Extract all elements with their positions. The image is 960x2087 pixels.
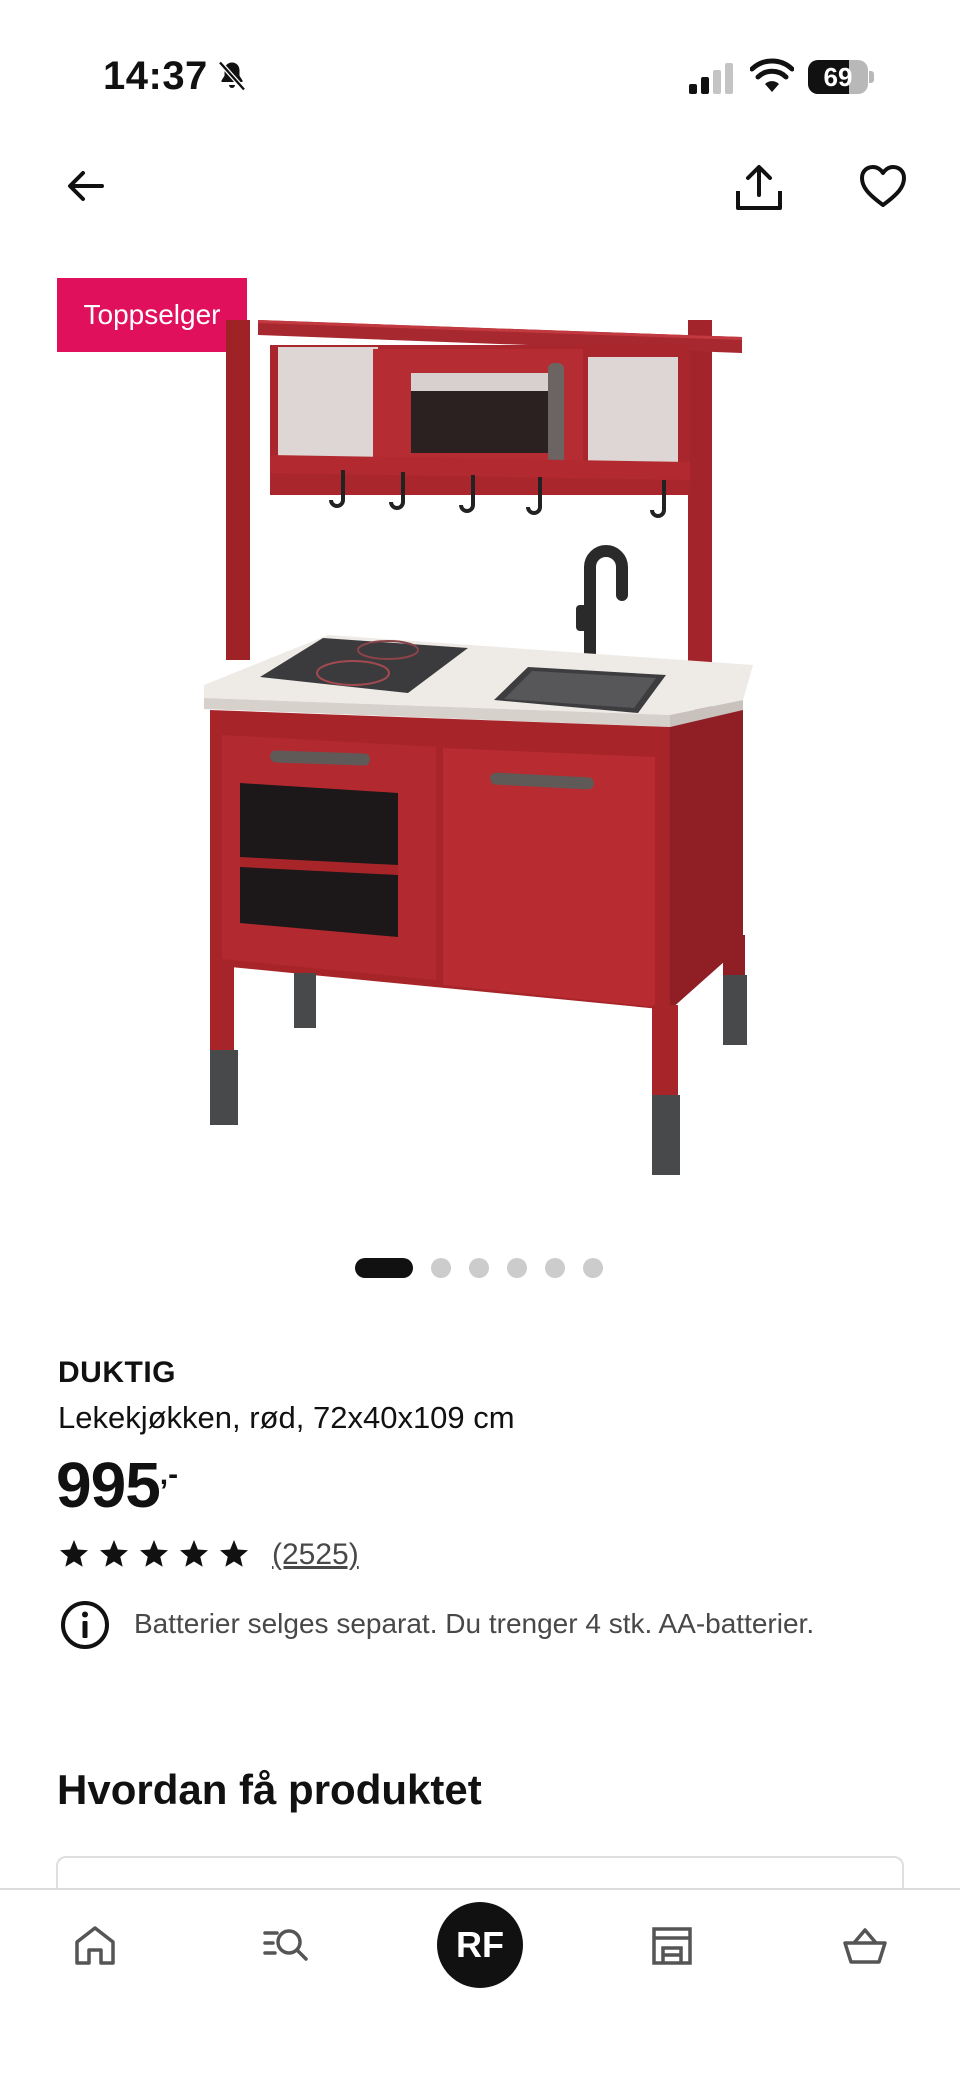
info-icon (61, 1601, 109, 1649)
star-icon (180, 1540, 208, 1567)
info-text: Batterier selges separat. Du trenger 4 s… (134, 1608, 815, 1639)
search-list-icon (263, 1929, 308, 1961)
share-icon[interactable] (733, 162, 785, 214)
bottom-tab-bar: RF (0, 1888, 960, 2087)
product-brand: DUKTIG (58, 1356, 176, 1389)
cellular-signal-icon (689, 63, 733, 94)
price-amount: 995 (56, 1449, 161, 1521)
carousel-dot[interactable] (355, 1258, 413, 1278)
tab-home[interactable] (50, 1890, 140, 2000)
star-icon (140, 1540, 168, 1567)
star-icon (220, 1540, 248, 1567)
carousel-dot[interactable] (431, 1258, 451, 1278)
store-icon (652, 1927, 692, 1965)
battery-icon: 69 (808, 60, 874, 94)
product-image[interactable] (198, 305, 768, 1175)
tab-profile[interactable]: RF (425, 1890, 535, 2000)
bell-muted-icon (218, 60, 246, 92)
carousel-dot[interactable] (507, 1258, 527, 1278)
tab-search[interactable] (240, 1890, 330, 2000)
star-icon (60, 1540, 88, 1567)
carousel-dot[interactable] (583, 1258, 603, 1278)
battery-level: 69 (823, 62, 853, 92)
heart-icon[interactable] (858, 162, 908, 210)
product-price: 995,- (56, 1448, 178, 1522)
basket-icon (843, 1928, 887, 1964)
status-bar: 14:37 69 (0, 0, 960, 150)
review-count-link[interactable]: (2525) (272, 1538, 359, 1572)
home-icon (75, 1926, 115, 1965)
carousel-dot[interactable] (545, 1258, 565, 1278)
price-suffix: ,- (159, 1458, 179, 1491)
section-title: Hvordan få produktet (57, 1766, 482, 1813)
tab-stores[interactable] (627, 1890, 717, 2000)
back-arrow-icon[interactable] (62, 162, 110, 210)
avatar: RF (437, 1902, 523, 1988)
carousel-dot[interactable] (469, 1258, 489, 1278)
tab-basket[interactable] (820, 1890, 910, 2000)
wifi-icon (750, 58, 794, 92)
star-icon (100, 1540, 128, 1567)
status-time: 14:37 (103, 54, 208, 98)
product-description: Lekekjøkken, rød, 72x40x109 cm (58, 1400, 515, 1435)
